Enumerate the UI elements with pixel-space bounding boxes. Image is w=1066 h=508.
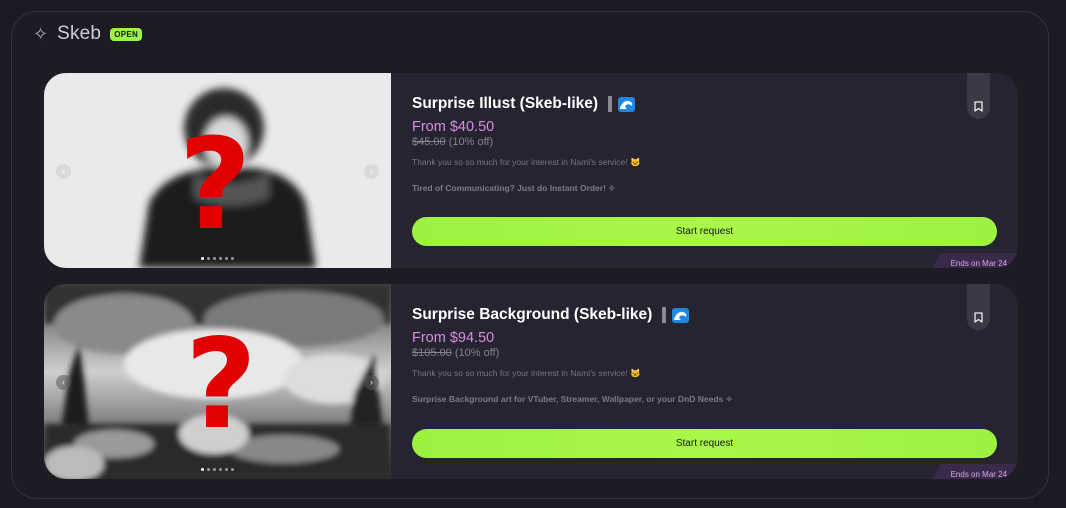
carousel-dot[interactable] [231, 257, 234, 260]
description: Thank you so so much for your interest i… [412, 368, 641, 378]
carousel-dot[interactable] [201, 257, 204, 260]
bookmark-icon [974, 312, 983, 323]
carousel-prev-button[interactable]: ‹ [56, 374, 71, 390]
sparkle-icon: ✧ [33, 24, 49, 44]
image-carousel[interactable]: ? ‹ › [44, 284, 391, 479]
carousel-dot[interactable] [231, 468, 234, 471]
carousel-dot[interactable] [213, 468, 216, 471]
section-title: Skeb [57, 23, 102, 44]
original-price: $45.00 [412, 136, 446, 148]
carousel-dot[interactable] [225, 257, 228, 260]
description-highlight: Surprise Background art for VTuber, Stre… [412, 394, 733, 404]
carousel-next-button[interactable]: › [364, 163, 379, 179]
carousel-dot[interactable] [225, 468, 228, 471]
wave-icon [672, 307, 690, 323]
question-mark-icon: ? [178, 111, 251, 258]
wave-icon [618, 96, 636, 112]
description-highlight: Tired of Communicating? Just do Instant … [412, 183, 616, 193]
status-badge: OPEN [110, 27, 143, 41]
bookmark-icon [974, 101, 983, 112]
commission-title[interactable]: Surprise Illust (Skeb-like) [412, 95, 598, 113]
start-request-button[interactable]: Start request [412, 217, 997, 246]
price: From $94.50 [412, 330, 495, 346]
card-info: Surprise Illust (Skeb-like) From $40.50 … [412, 95, 997, 194]
ends-badge: Ends on Mar 24 [931, 464, 1018, 479]
preview-image: ? [44, 73, 391, 268]
discount-label: (10% off) [448, 136, 494, 148]
carousel-dots [44, 247, 391, 265]
bookmark-button[interactable] [967, 284, 990, 330]
commission-card: ? ‹ › Surprise Background (Skeb-like) Fr… [44, 284, 1018, 479]
price: From $40.50 [412, 119, 495, 135]
carousel-dot[interactable] [201, 468, 204, 471]
carousel-next-button[interactable]: › [364, 374, 379, 390]
commission-card: ? ‹ › Surprise Illust (Skeb-like) From $… [44, 73, 1018, 268]
commission-title[interactable]: Surprise Background (Skeb-like) [412, 306, 652, 324]
bookmark-button[interactable] [967, 73, 990, 119]
original-price: $105.00 [412, 347, 452, 359]
carousel-dots [44, 458, 391, 476]
ends-label: Ends on Mar 24 [950, 259, 1007, 268]
image-carousel[interactable]: ? ‹ › [44, 73, 391, 268]
start-request-button[interactable]: Start request [412, 429, 997, 458]
carousel-dot[interactable] [207, 468, 210, 471]
carousel-dot[interactable] [213, 257, 216, 260]
question-mark-icon: ? [185, 313, 257, 457]
ends-badge: Ends on Mar 24 [931, 253, 1018, 268]
section-header: ✧ Skeb OPEN [33, 23, 143, 45]
divider-icon [662, 307, 667, 323]
carousel-dot[interactable] [219, 257, 222, 260]
card-info: Surprise Background (Skeb-like) From $94… [412, 306, 997, 405]
carousel-dot[interactable] [219, 468, 222, 471]
preview-image: ? [44, 284, 391, 479]
carousel-dot[interactable] [207, 257, 210, 260]
description: Thank you so so much for your interest i… [412, 157, 641, 167]
ends-label: Ends on Mar 24 [950, 470, 1007, 479]
discount-label: (10% off) [454, 347, 500, 359]
carousel-prev-button[interactable]: ‹ [56, 163, 71, 179]
divider-icon [608, 96, 613, 112]
